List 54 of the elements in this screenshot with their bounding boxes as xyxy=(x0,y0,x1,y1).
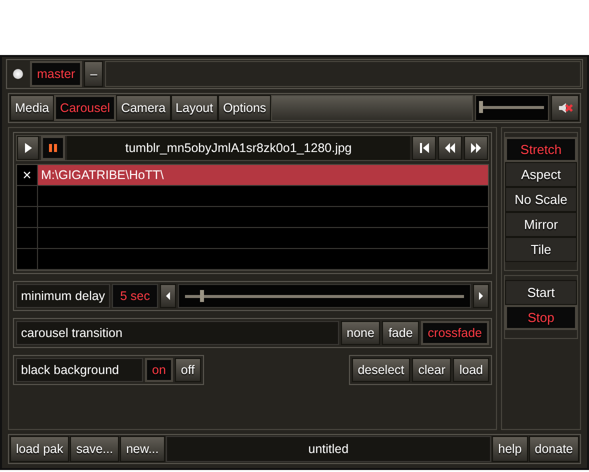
scale-mode-button[interactable]: Tile xyxy=(505,237,577,262)
scale-mode-button[interactable]: Mirror xyxy=(505,212,577,237)
fast-forward-button[interactable] xyxy=(464,136,488,160)
tab[interactable]: Layout xyxy=(170,95,218,121)
delay-value: 5 sec xyxy=(112,284,158,308)
right-arrow-icon xyxy=(478,291,484,301)
run-button[interactable]: Start xyxy=(505,280,577,305)
transition-option[interactable]: crossfade xyxy=(420,321,489,345)
tab[interactable]: Camera xyxy=(116,95,171,121)
folder-row[interactable]: × M:\GIGATRIBE\HoTT\ xyxy=(17,165,488,186)
footer-button[interactable]: save... xyxy=(70,436,120,462)
speaker-icon-button[interactable] xyxy=(551,95,579,121)
list-action-button[interactable]: deselect xyxy=(352,358,410,382)
left-arrow-icon xyxy=(164,291,171,301)
pause-icon xyxy=(48,142,58,154)
master-button[interactable]: master xyxy=(30,61,82,87)
pause-button[interactable] xyxy=(41,136,65,160)
background-label: black background xyxy=(16,358,143,382)
current-file-name: tumblr_mn5obyJmlA1sr8zk0o1_1280.jpg xyxy=(67,136,410,160)
transition-label: carousel transition xyxy=(16,321,339,345)
footer-button[interactable]: help xyxy=(492,436,528,462)
list-action-button[interactable]: load xyxy=(453,358,489,382)
tab[interactable]: Carousel xyxy=(54,95,116,121)
rewind-button[interactable] xyxy=(438,136,462,160)
play-icon xyxy=(23,142,33,154)
background-option[interactable]: off xyxy=(174,358,201,382)
tab[interactable]: Media xyxy=(10,95,54,121)
transition-option[interactable]: fade xyxy=(382,321,419,345)
increase-button[interactable] xyxy=(473,284,489,308)
decrease-button[interactable] xyxy=(160,284,176,308)
project-name: untitled xyxy=(166,436,492,462)
scale-mode-button[interactable]: Stretch xyxy=(505,137,577,162)
skip-to-start-icon xyxy=(418,142,430,154)
run-button[interactable]: Stop xyxy=(505,305,577,330)
footer-button[interactable]: donate xyxy=(528,436,579,462)
transition-option[interactable]: none xyxy=(340,321,380,345)
scale-mode-button[interactable]: Aspect xyxy=(505,162,577,187)
folder-path: M:\GIGATRIBE\HoTT\ xyxy=(38,165,488,185)
status-light-icon xyxy=(13,69,23,79)
footer-button[interactable]: new... xyxy=(120,436,165,462)
skip-to-start-button[interactable] xyxy=(412,136,436,160)
background-option[interactable]: on xyxy=(145,358,173,382)
footer-button[interactable]: load pak xyxy=(10,436,70,462)
list-action-button[interactable]: clear xyxy=(412,358,452,382)
delay-slider[interactable] xyxy=(178,284,471,308)
scale-mode-button[interactable]: No Scale xyxy=(505,187,577,212)
play-button[interactable] xyxy=(17,136,39,160)
muted-speaker-icon xyxy=(557,100,573,116)
rewind-icon xyxy=(444,142,456,154)
tab[interactable]: Options xyxy=(218,95,272,121)
collapse-button[interactable]: – xyxy=(84,61,104,87)
volume-slider[interactable] xyxy=(475,95,549,121)
delay-label: minimum delay xyxy=(16,284,110,308)
fast-forward-icon xyxy=(470,142,482,154)
